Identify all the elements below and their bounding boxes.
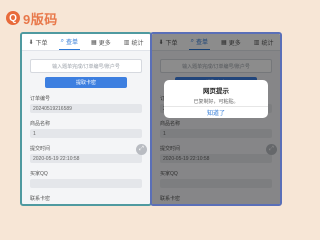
share-icon[interactable]: ⤢ [136, 144, 147, 155]
tab-bar: ⬇ 下单 ⌕ 查单 ▦ 更多 ▥ 统计 [22, 34, 150, 51]
more-icon: ▦ [91, 39, 97, 46]
tab-more[interactable]: ▦ 更多 [89, 34, 113, 50]
product-name-label: 商品名称 [30, 121, 51, 127]
phone-screen-right: ⬇ 下单 ⌕ 查单 ▦ 更多 ▥ 统计 输入题单完成/订单编号/账户号 提取卡密… [150, 32, 282, 206]
extract-card-button[interactable]: 提取卡密 [45, 77, 127, 88]
order-number-value: 20240519216589 [30, 104, 142, 113]
buyer-qq-label: 买家QQ [30, 171, 48, 177]
download-icon: ⬇ [28, 39, 34, 46]
search-input[interactable]: 输入题单完成/订单编号/账户号 [30, 59, 142, 73]
card-key-label: 联系卡密 [30, 196, 51, 202]
card-key-value: 1234 [30, 204, 142, 206]
logo-text: 9版码 [23, 11, 58, 27]
dialog-confirm-button[interactable]: 知道了 [164, 107, 268, 118]
tab-query[interactable]: ⌕ 查单 [58, 34, 80, 50]
stats-icon: ▥ [123, 39, 130, 46]
tab-label: 更多 [98, 40, 111, 47]
buyer-qq-value [30, 179, 142, 188]
tab-label: 查单 [65, 40, 78, 46]
submit-time-value: 2020-05-19 22:10:58 [30, 154, 142, 163]
tab-order[interactable]: ⬇ 下单 [27, 34, 50, 50]
tab-label: 下单 [35, 40, 48, 47]
alert-dialog: 网页提示 已复制好，可粘贴。 知道了 [164, 80, 268, 118]
product-name-value: 1 [30, 129, 142, 138]
logo-mark-icon: Q [6, 11, 20, 25]
order-number-label: 订单编号 [30, 96, 51, 102]
card-key-value: 1234 [160, 204, 272, 206]
search-icon: ⌕ [60, 38, 64, 44]
modal-overlay[interactable]: 网页提示 已复制好，可粘贴。 知道了 [152, 34, 280, 204]
submit-time-label: 提交时间 [30, 146, 51, 152]
dialog-message: 已复制好，可粘贴。 [193, 99, 239, 105]
dialog-title: 网页提示 [203, 88, 229, 95]
tab-label: 统计 [131, 40, 144, 47]
logo: Q 9版码 [6, 10, 58, 27]
tab-stats[interactable]: ▥ 统计 [122, 34, 146, 50]
phone-screen-left: ⬇ 下单 ⌕ 查单 ▦ 更多 ▥ 统计 输入题单完成/订单编号/账户号 提取卡密… [20, 32, 152, 206]
